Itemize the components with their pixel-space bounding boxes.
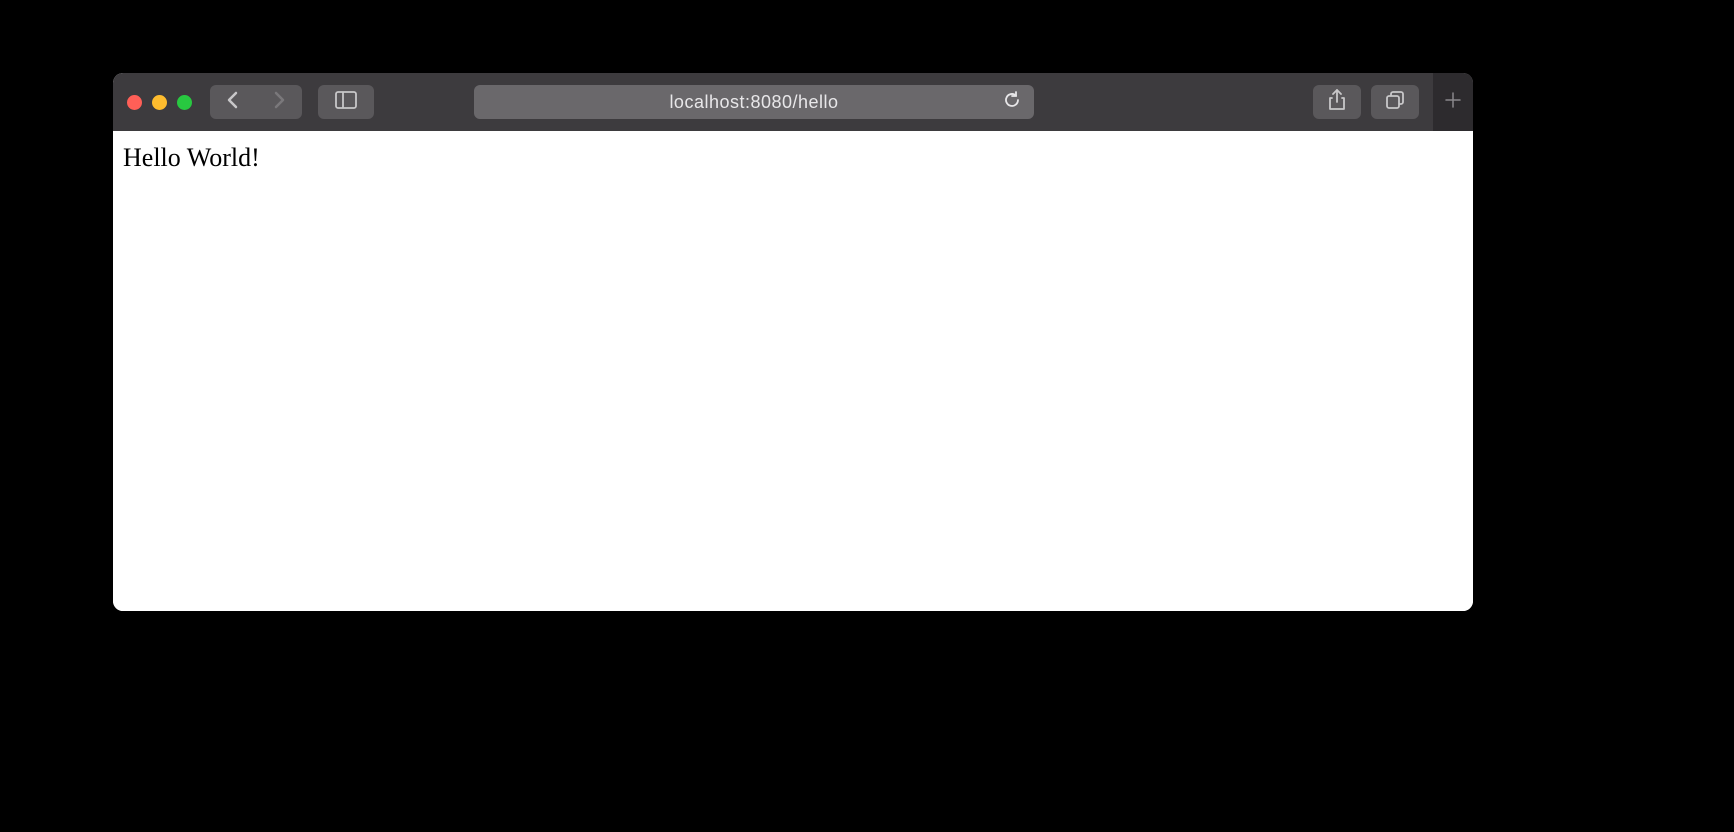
navigation-buttons [210,85,302,119]
maximize-window-button[interactable] [177,95,192,110]
share-icon [1328,89,1346,116]
reload-icon [1003,91,1021,114]
address-bar[interactable]: localhost:8080/hello [474,85,1034,119]
tabs-icon [1385,90,1405,115]
browser-toolbar: localhost:8080/hello [113,73,1473,131]
plus-icon [1444,91,1462,114]
browser-window: localhost:8080/hello [113,73,1473,611]
right-toolbar-controls [1313,73,1459,131]
close-window-button[interactable] [127,95,142,110]
chevron-left-icon [225,90,241,115]
window-controls [127,95,192,110]
share-button[interactable] [1313,85,1361,119]
sidebar-icon [335,91,357,114]
new-tab-button[interactable] [1433,73,1473,131]
page-content: Hello World! [113,131,1473,611]
minimize-window-button[interactable] [152,95,167,110]
tabs-button[interactable] [1371,85,1419,119]
address-text: localhost:8080/hello [669,92,838,113]
forward-button[interactable] [256,85,302,119]
page-body-text: Hello World! [123,143,1463,173]
sidebar-toggle-button[interactable] [318,85,374,119]
back-button[interactable] [210,85,256,119]
chevron-right-icon [271,90,287,115]
reload-button[interactable] [1000,90,1024,114]
